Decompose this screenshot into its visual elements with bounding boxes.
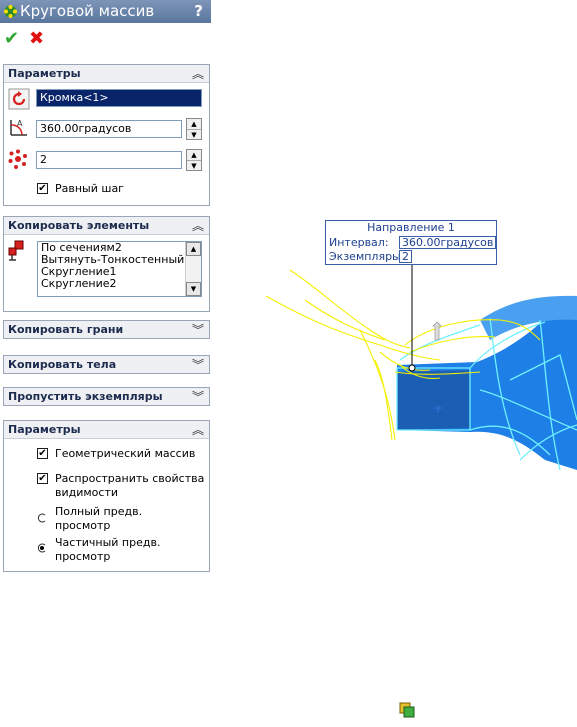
- spin-up-icon[interactable]: ▲: [187, 150, 201, 161]
- list-scrollbar[interactable]: ▲ ▼: [185, 242, 201, 296]
- callout-title: Направление 1: [367, 221, 455, 234]
- angle-input[interactable]: 360.00градусов: [36, 120, 182, 138]
- copy-bodies-title: Копировать тела: [8, 358, 117, 371]
- features-list[interactable]: По сечениям2 Вытянуть-Тонкостенный1 Скру…: [37, 241, 202, 297]
- skip-instances-group[interactable]: Пропустить экземпляры ︾: [3, 387, 210, 406]
- title-bar: Круговой массив ?: [0, 0, 211, 23]
- full-preview-label-line1: Полный предв.: [55, 505, 143, 518]
- instances-value[interactable]: 2: [399, 250, 412, 263]
- spin-down-icon[interactable]: ▼: [187, 161, 201, 171]
- reverse-direction-icon[interactable]: [8, 88, 30, 110]
- window-title: Круговой массив: [20, 2, 155, 20]
- propagate-visual-checkbox[interactable]: ✔: [37, 473, 48, 484]
- partial-preview-label-line2: просмотр: [55, 550, 111, 563]
- interval-label: Интервал:: [329, 236, 389, 249]
- help-button[interactable]: ?: [194, 2, 203, 20]
- equal-spacing-checkbox[interactable]: ✔: [37, 183, 48, 194]
- parameters-header[interactable]: Параметры ︽: [4, 65, 209, 83]
- interval-value[interactable]: 360.00градусов: [399, 236, 497, 249]
- parameters-title: Параметры: [8, 67, 81, 80]
- cancel-button[interactable]: ✖: [29, 30, 44, 48]
- geometry-pattern-checkbox[interactable]: ✔: [37, 448, 48, 459]
- instances-icon: [8, 149, 27, 169]
- expand-chevron-icon[interactable]: ︾: [192, 356, 204, 373]
- angle-icon: A: [10, 119, 27, 136]
- partial-preview-label-line1: Частичный предв.: [55, 536, 161, 549]
- options-title: Параметры: [8, 423, 81, 436]
- expand-chevron-icon[interactable]: ︾: [192, 388, 204, 405]
- model-face[interactable]: [397, 370, 470, 430]
- pattern-feature-icon[interactable]: [399, 702, 415, 718]
- axis-selection-field[interactable]: Кромка<1>: [36, 89, 202, 107]
- full-preview-radio[interactable]: [37, 513, 47, 523]
- list-item[interactable]: Скругление2: [38, 278, 201, 290]
- copy-faces-group[interactable]: Копировать грани ︾: [3, 320, 210, 339]
- direction-callout[interactable]: Направление 1 Интервал: 360.00градусов Э…: [325, 220, 497, 265]
- propagate-visual-label-line2: видимости: [55, 486, 119, 499]
- instances-spinner[interactable]: ▲ ▼: [186, 149, 202, 171]
- scroll-down-icon[interactable]: ▼: [186, 282, 201, 296]
- full-preview-label-line2: просмотр: [55, 519, 111, 532]
- copy-features-group: Копировать элементы ︽ По сечениям2 Вытян…: [3, 216, 210, 312]
- partial-preview-radio[interactable]: [37, 543, 47, 553]
- copy-faces-header[interactable]: Копировать грани ︾: [4, 321, 209, 338]
- callout-anchor: [408, 364, 416, 372]
- instances-label: Экземпляры:: [329, 250, 405, 263]
- spin-down-icon[interactable]: ▼: [187, 130, 201, 140]
- instances-input[interactable]: 2: [36, 151, 182, 169]
- angle-spinner[interactable]: ▲ ▼: [186, 118, 202, 140]
- svg-text:A: A: [17, 119, 23, 128]
- copy-features-header[interactable]: Копировать элементы ︽: [4, 217, 209, 235]
- circular-pattern-icon: [4, 5, 17, 18]
- equal-spacing-label: Равный шаг: [55, 182, 124, 195]
- property-manager: Круговой массив ? ✔ ✖ Параметры ︽ Кромка…: [0, 0, 213, 727]
- direction-arrow-icon[interactable]: [432, 321, 442, 341]
- ok-button[interactable]: ✔: [4, 30, 19, 48]
- skip-instances-header[interactable]: Пропустить экземпляры ︾: [4, 388, 209, 405]
- collapse-chevron-icon[interactable]: ︽: [192, 421, 204, 438]
- features-icon: [8, 240, 24, 261]
- copy-faces-title: Копировать грани: [8, 323, 124, 336]
- collapse-chevron-icon[interactable]: ︽: [192, 65, 204, 82]
- options-group: Параметры ︽ ✔ Геометрический массив ✔ Ра…: [3, 420, 210, 572]
- options-header[interactable]: Параметры ︽: [4, 421, 209, 439]
- copy-features-title: Копировать элементы: [8, 219, 150, 232]
- copy-bodies-group[interactable]: Копировать тела ︾: [3, 355, 210, 374]
- parameters-group: Параметры ︽ Кромка<1> A 360.00градусов ▲…: [3, 64, 210, 206]
- expand-chevron-icon[interactable]: ︾: [192, 321, 204, 338]
- scroll-up-icon[interactable]: ▲: [186, 242, 201, 256]
- skip-instances-title: Пропустить экземпляры: [8, 390, 163, 403]
- graphics-viewport[interactable]: [213, 0, 577, 727]
- geometry-pattern-label: Геометрический массив: [55, 447, 196, 460]
- copy-bodies-header[interactable]: Копировать тела ︾: [4, 356, 209, 373]
- spin-up-icon[interactable]: ▲: [187, 119, 201, 130]
- collapse-chevron-icon[interactable]: ︽: [192, 217, 204, 234]
- propagate-visual-label-line1: Распространить свойства: [55, 472, 205, 485]
